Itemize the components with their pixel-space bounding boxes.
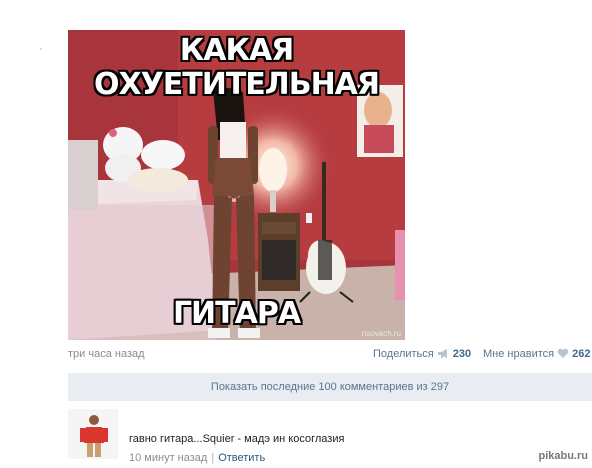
meme-top-caption: КАКАЯ ОХУЕТИТЕЛЬНАЯ [94, 33, 380, 102]
post-time[interactable]: три часа назад [68, 348, 145, 360]
post-photo[interactable]: КАКАЯ ОХУЕТИТЕЛЬНАЯ ГИТАРА risovach.ru [68, 30, 405, 340]
meme-bottom-caption: ГИТАРА [172, 296, 301, 331]
share-button[interactable]: Поделиться 230 [373, 348, 471, 360]
comment-text: гавно гитара...Squier - мадэ ин косоглаз… [129, 433, 345, 445]
like-count: 262 [572, 348, 591, 360]
megaphone-icon [437, 349, 447, 358]
like-label: Мне нравится [483, 348, 555, 360]
share-count: 230 [452, 348, 472, 360]
like-button[interactable]: Мне нравится 262 [483, 348, 590, 360]
comment-time[interactable]: 10 минут назад [129, 452, 207, 464]
avatar-image [68, 409, 118, 459]
image-watermark: risovach.ru [361, 329, 401, 338]
comment-meta: 10 минут назад | Ответить [129, 452, 265, 464]
show-comments-button[interactable]: Показать последние 100 комментариев из 2… [68, 373, 592, 401]
comment-separator: | [211, 452, 215, 464]
comment-item: гавно гитара...Squier - мадэ ин косоглаз… [68, 409, 592, 468]
site-watermark: pikabu.ru [538, 450, 588, 462]
heart-icon [557, 348, 569, 358]
reply-link[interactable]: Ответить [218, 452, 265, 464]
share-label: Поделиться [373, 348, 434, 360]
post-meta-row: три часа назад Поделиться 230 Мне нравитс… [68, 347, 592, 363]
avatar[interactable] [68, 409, 118, 459]
decorative-dot [40, 48, 42, 50]
